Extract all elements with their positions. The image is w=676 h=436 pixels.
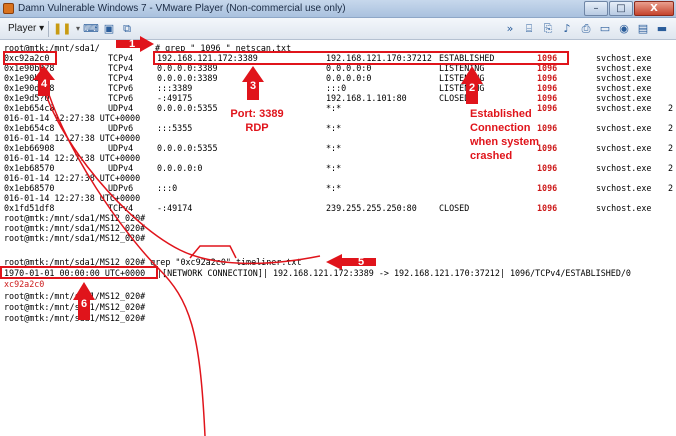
shell-prompt: root@mtk:/mnt/sda1/MS12_020# [4,313,146,323]
player-menu-button[interactable]: Player ▾ [4,21,48,37]
printer-icon[interactable]: ⎙ [578,21,594,37]
state-cell: CLOSED [439,203,470,213]
local-address-cell: :::5355 [157,123,193,133]
foreign-address-cell: *:* [326,103,342,113]
floppy-drive-icon[interactable]: ▤ [635,21,651,37]
annotation-number-1: 1 [128,38,136,50]
local-address-cell: -:49174 [157,203,193,213]
pid-cell: 1096 [537,163,558,173]
state-cell: CLOSED [439,93,470,103]
established-annotation-line-3: when system [470,136,540,148]
wrapped-char-cell: 2 [668,123,674,133]
annotation-number-3: 3 [249,80,257,92]
hard-disk-icon[interactable]: ▭ [597,21,613,37]
established-annotation-line-2: Connection [470,122,531,134]
window-controls: – □ X [584,1,674,16]
cd-drive-icon[interactable]: ◉ [616,21,632,37]
terminal-screen[interactable]: root@mtk:/mnt/sda1/ # grep " 1096 " nets… [0,41,676,436]
send-ctrl-alt-del-icon[interactable]: ⌨ [83,21,99,37]
player-toolbar: Player ▾ ❚❚ ▾ ⌨ ▣ ⧉ » ⌸ ⎘ ♪ ⎙ ▭ ◉ ▤ ▬ [0,18,676,40]
fullscreen-icon[interactable]: ▣ [101,21,117,37]
device-icons: » ⌸ ⎘ ♪ ⎙ ▭ ◉ ▤ ▬ [502,21,670,37]
timestamp-highlight-box [0,266,158,279]
foreign-address-cell: *:* [326,163,342,173]
port-annotation-line-2: RDP [245,122,269,134]
local-address-cell: 0.0.0.0:5355 [157,103,218,113]
pid-cell: 1096 [537,203,558,213]
wrapped-char-cell: 2 [668,143,674,153]
sound-card-icon[interactable]: ♪ [559,21,575,37]
foreign-address-cell: 239.255.255.250:80 [326,203,417,213]
owner-cell: svchost.exe [596,103,652,113]
vmware-app-icon [3,3,14,14]
owner-cell: svchost.exe [596,143,652,153]
owner-cell: svchost.exe [596,123,652,133]
foreign-address-cell: *:* [326,123,342,133]
shell-prompt: root@mtk:/mnt/sda1/MS12_020# [4,291,146,301]
foreign-address-cell: *:* [326,183,342,193]
unity-icon[interactable]: ⧉ [119,21,135,37]
owner-cell: svchost.exe [596,183,652,193]
pause-icon[interactable]: ❚❚ [53,21,71,37]
shell-prompt: root@mtk:/mnt/sda1/MS12_020# [4,233,146,243]
wrapped-char-cell: 2 [668,163,674,173]
owner-cell: svchost.exe [596,163,652,173]
port-annotation-line-1: Port: 3389 [230,108,284,120]
pid-cell: 1096 [537,183,558,193]
maximize-button[interactable]: □ [609,1,633,16]
wrapped-char-cell: 2 [668,183,674,193]
established-annotation-line-1: Established [470,108,532,120]
usb-device-icon[interactable]: ⎘ [540,21,556,37]
foreign-address-cell: *:* [326,143,342,153]
local-address-cell: :::0 [157,183,178,193]
annotation-number-4: 4 [40,78,48,90]
window-titlebar[interactable]: Damn Vulnerable Windows 7 - VMware Playe… [0,0,676,18]
shell-prompt: root@mtk:/mnt/sda1/MS12_020# [4,302,146,312]
annotation-number-6: 6 [80,298,88,310]
local-address-cell: 0.0.0.0:5355 [157,143,218,153]
local-address-cell: 0.0.0.0:0 [157,163,203,173]
close-button[interactable]: X [634,1,674,16]
connection-highlight-box [153,51,569,65]
display-icon[interactable]: ▬ [654,21,670,37]
window-title: Damn Vulnerable Windows 7 - VMware Playe… [18,3,346,14]
established-annotation-line-4: crashed [470,150,513,162]
network-adapter-icon[interactable]: ⌸ [521,21,537,37]
owner-cell: svchost.exe [596,203,652,213]
minimize-button[interactable]: – [584,1,608,16]
annotation-number-2: 2 [468,82,476,94]
forward-icon[interactable]: » [502,21,518,37]
timeline-entry-cell: |[NETWORK CONNECTION]| 192.168.121.172:3… [157,268,631,278]
annotation-number-5: 5 [357,256,365,268]
toolbar-separator [48,21,49,37]
offset-highlight-box [3,51,57,65]
wrapped-char-cell: 2 [668,103,674,113]
timeliner-result-wrap: xc92a2c0 [4,279,45,289]
